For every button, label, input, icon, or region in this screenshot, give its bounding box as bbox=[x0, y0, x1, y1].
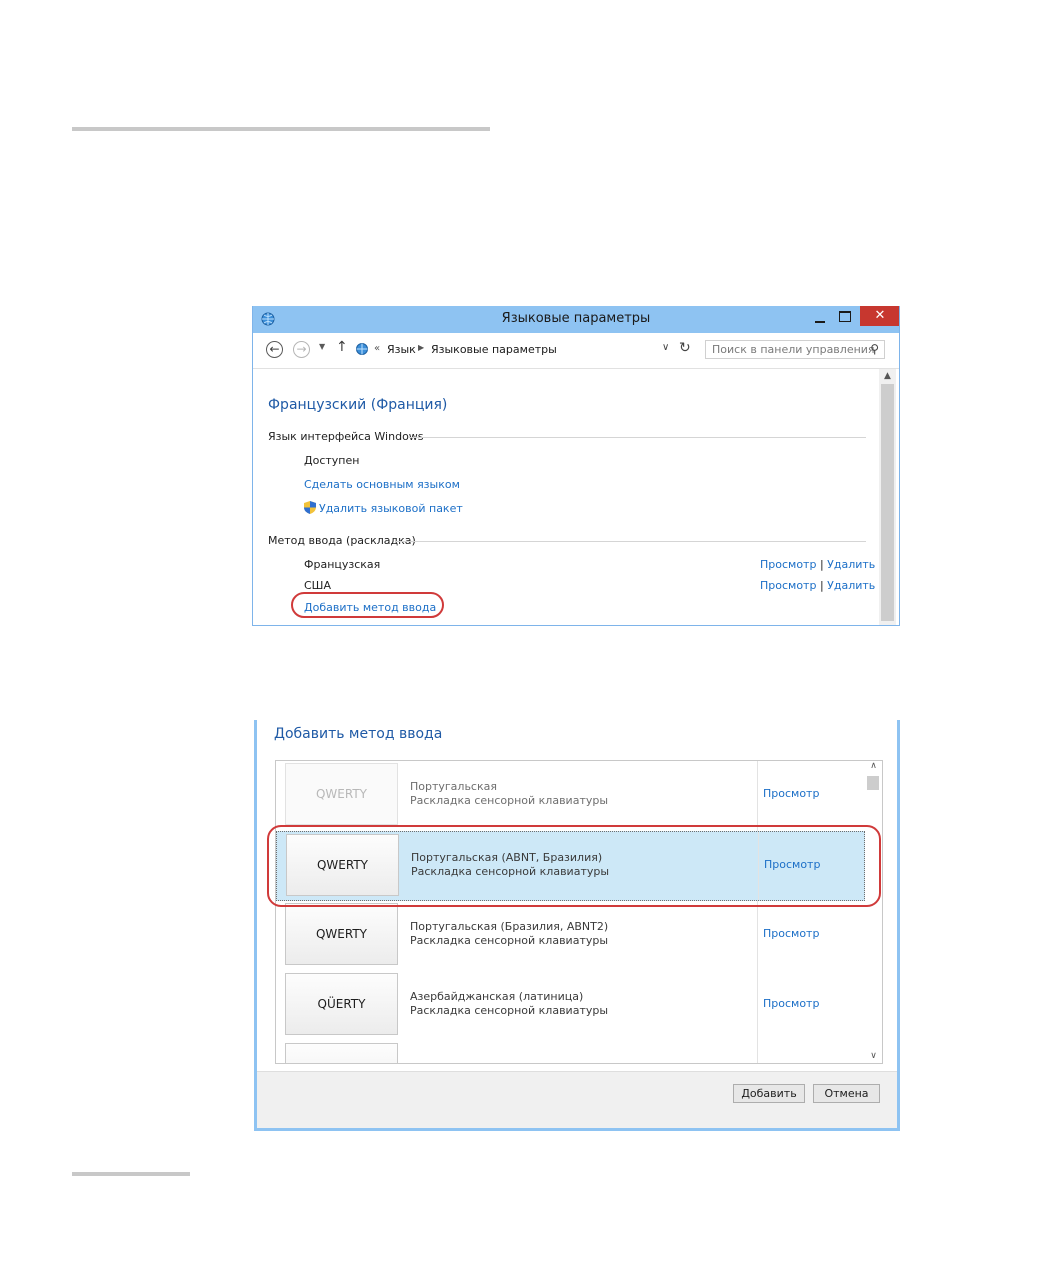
page-bottom-rule bbox=[72, 1172, 190, 1176]
uac-shield-icon bbox=[304, 501, 316, 514]
section-divider bbox=[408, 437, 866, 438]
list-item[interactable] bbox=[276, 1041, 865, 1063]
make-primary-language-link[interactable]: Сделать основным языком bbox=[304, 478, 460, 491]
address-bar: ← → ▼ ↑ « Язык ▶ Языковые параметры ∨ ↻ … bbox=[253, 333, 899, 369]
scroll-thumb[interactable] bbox=[867, 776, 879, 790]
language-options-window: Языковые параметры ✕ ← → ▼ ↑ « Язык ▶ Яз… bbox=[252, 306, 900, 626]
search-icon[interactable]: ⚲ bbox=[870, 342, 879, 356]
close-button[interactable]: ✕ bbox=[860, 306, 899, 326]
list-item[interactable]: QWERTY Португальская Раскладка сенсорной… bbox=[276, 761, 865, 831]
input-method-name: США bbox=[304, 579, 331, 592]
scroll-thumb[interactable] bbox=[881, 384, 894, 621]
scroll-up-arrow-icon[interactable]: ∧ bbox=[865, 761, 882, 771]
control-panel-globe-icon bbox=[356, 343, 368, 355]
breadcrumb[interactable]: « Язык ▶ Языковые параметры bbox=[352, 340, 698, 360]
highlight-oval bbox=[291, 592, 444, 618]
language-heading: Французский (Франция) bbox=[268, 397, 448, 413]
remove-link[interactable]: Удалить bbox=[827, 579, 875, 592]
address-dropdown-chevron-icon[interactable]: ∨ bbox=[662, 342, 669, 353]
remove-link[interactable]: Удалить bbox=[827, 558, 875, 571]
input-method-section-label: Метод ввода (раскладка) bbox=[268, 534, 416, 547]
maximize-button[interactable] bbox=[834, 308, 858, 328]
back-button[interactable]: ← bbox=[266, 341, 283, 358]
recent-locations-chevron-icon[interactable]: ▼ bbox=[319, 342, 325, 351]
breadcrumb-separator-icon[interactable]: ▶ bbox=[418, 343, 424, 352]
cancel-button[interactable]: Отмена bbox=[813, 1084, 880, 1103]
breadcrumb-item-language[interactable]: Язык bbox=[387, 343, 416, 356]
layout-name: Португальская (Бразилия, ABNT2) bbox=[410, 920, 609, 933]
link-separator: | bbox=[819, 558, 824, 571]
forward-button[interactable]: → bbox=[293, 341, 310, 358]
breadcrumb-item-language-options[interactable]: Языковые параметры bbox=[431, 343, 557, 356]
layout-subtitle: Раскладка сенсорной клавиатуры bbox=[410, 794, 609, 807]
window-title: Языковые параметры bbox=[501, 311, 651, 326]
preview-link[interactable]: Просмотр bbox=[763, 927, 819, 940]
preview-link[interactable]: Просмотр bbox=[760, 558, 816, 571]
input-method-name: Французская bbox=[304, 558, 381, 571]
dialog-heading: Добавить метод ввода bbox=[274, 726, 443, 742]
search-placeholder: Поиск в панели управления bbox=[712, 343, 875, 356]
section-divider bbox=[396, 541, 866, 542]
up-arrow-icon[interactable]: ↑ bbox=[336, 339, 348, 355]
link-separator: | bbox=[819, 579, 824, 592]
add-input-method-window: Добавить метод ввода QWERTY Португальска… bbox=[254, 720, 900, 1131]
page-top-rule bbox=[72, 127, 490, 131]
scroll-down-arrow-icon[interactable]: ∨ bbox=[865, 1051, 882, 1061]
refresh-icon[interactable]: ↻ bbox=[679, 340, 691, 356]
keyboard-preview-tile[interactable]: QWERTY bbox=[285, 763, 398, 825]
ui-language-section: Язык интерфейса Windows bbox=[268, 430, 866, 443]
minimize-button[interactable] bbox=[809, 308, 833, 328]
add-button[interactable]: Добавить bbox=[733, 1084, 805, 1103]
keyboard-preview-tile[interactable]: QWERTY bbox=[285, 903, 398, 965]
layout-name: Азербайджанская (латиница) bbox=[410, 990, 584, 1003]
scroll-up-arrow-icon[interactable]: ▲ bbox=[879, 371, 896, 381]
language-options-content: Французский (Франция) Язык интерфейса Wi… bbox=[253, 369, 878, 625]
remove-language-pack-label[interactable]: Удалить языковой пакет bbox=[319, 502, 463, 515]
preview-link[interactable]: Просмотр bbox=[763, 787, 819, 800]
input-method-actions: Просмотр | Удалить bbox=[760, 579, 875, 592]
ui-language-section-label: Язык интерфейса Windows bbox=[268, 430, 424, 443]
keyboard-preview-tile[interactable] bbox=[285, 1043, 398, 1063]
breadcrumb-more-icon[interactable]: « bbox=[374, 343, 380, 354]
ui-language-status: Доступен bbox=[304, 454, 360, 467]
highlight-oval bbox=[267, 825, 881, 907]
layout-subtitle: Раскладка сенсорной клавиатуры bbox=[410, 934, 609, 947]
preview-link[interactable]: Просмотр bbox=[760, 579, 816, 592]
preview-link[interactable]: Просмотр bbox=[763, 997, 819, 1010]
layout-subtitle: Раскладка сенсорной клавиатуры bbox=[410, 1004, 609, 1017]
keyboard-preview-tile[interactable]: QÜERTY bbox=[285, 973, 398, 1035]
vertical-scrollbar[interactable]: ▲ bbox=[879, 369, 896, 625]
input-method-list[interactable]: QWERTY Португальская Раскладка сенсорной… bbox=[275, 760, 883, 1064]
input-method-section: Метод ввода (раскладка) bbox=[268, 534, 866, 547]
input-method-actions: Просмотр | Удалить bbox=[760, 558, 875, 571]
layout-name: Португальская bbox=[410, 780, 497, 793]
list-item[interactable]: QWERTY Португальская (Бразилия, ABNT2) Р… bbox=[276, 901, 865, 971]
title-bar: Языковые параметры ✕ bbox=[253, 306, 899, 333]
vertical-scrollbar[interactable]: ∧ ∨ bbox=[865, 761, 882, 1063]
remove-language-pack-link[interactable]: Удалить языковой пакет bbox=[304, 501, 463, 515]
search-input[interactable]: Поиск в панели управления ⚲ bbox=[705, 340, 885, 359]
dialog-footer: Добавить Отмена bbox=[257, 1071, 897, 1128]
list-item[interactable]: QÜERTY Азербайджанская (латиница) Раскла… bbox=[276, 971, 865, 1041]
